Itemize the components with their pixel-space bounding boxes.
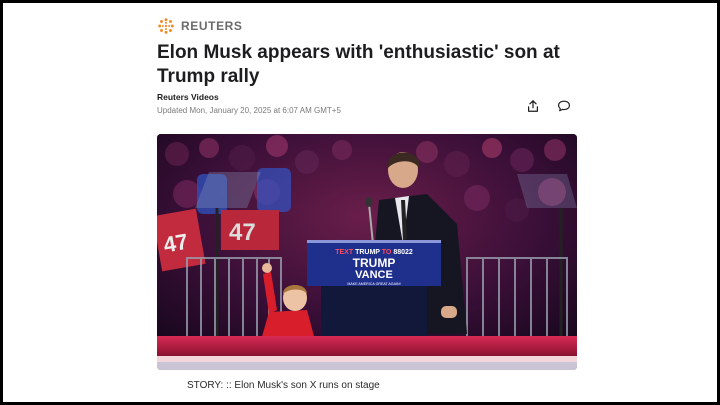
reuters-logo-icon: [158, 18, 174, 34]
crowd-sign-text-2: 47: [229, 219, 256, 246]
byline[interactable]: Reuters Videos: [157, 92, 219, 102]
lectern-line-1: TEXT TRUMP TO 88022: [335, 249, 413, 256]
source-header[interactable]: REUTERS: [157, 17, 243, 35]
lectern-line-3: VANCE: [355, 269, 393, 281]
source-name: REUTERS: [181, 19, 243, 33]
video-player[interactable]: 47 47 TEXT TRUMP TO 88022 TRUMP VANCE MA…: [157, 134, 577, 370]
article-page: REUTERS Elon Musk appears with 'enthusia…: [3, 3, 717, 402]
video-frame: 47 47 TEXT TRUMP TO 88022 TRUMP VANCE MA…: [157, 134, 577, 370]
comment-icon: [558, 100, 570, 112]
article-headline: Elon Musk appears with 'enthusiastic' so…: [157, 42, 560, 87]
lectern: TEXT TRUMP TO 88022 TRUMP VANCE MAKE AME…: [307, 240, 441, 346]
lectern-line-2: TRUMP: [353, 256, 396, 270]
crowd-sign-text-1: 47: [162, 229, 190, 258]
comment-button[interactable]: [552, 94, 576, 118]
crowd-sign: 47: [221, 210, 279, 250]
updated-timestamp: Updated Mon, January 20, 2025 at 6:07 AM…: [157, 106, 341, 115]
lectern-line-4: MAKE AMERICA GREAT AGAIN!: [347, 282, 400, 286]
video-caption: STORY: :: Elon Musk's son X runs on stag…: [187, 380, 380, 391]
share-icon: [528, 100, 538, 112]
share-button[interactable]: [521, 94, 545, 118]
